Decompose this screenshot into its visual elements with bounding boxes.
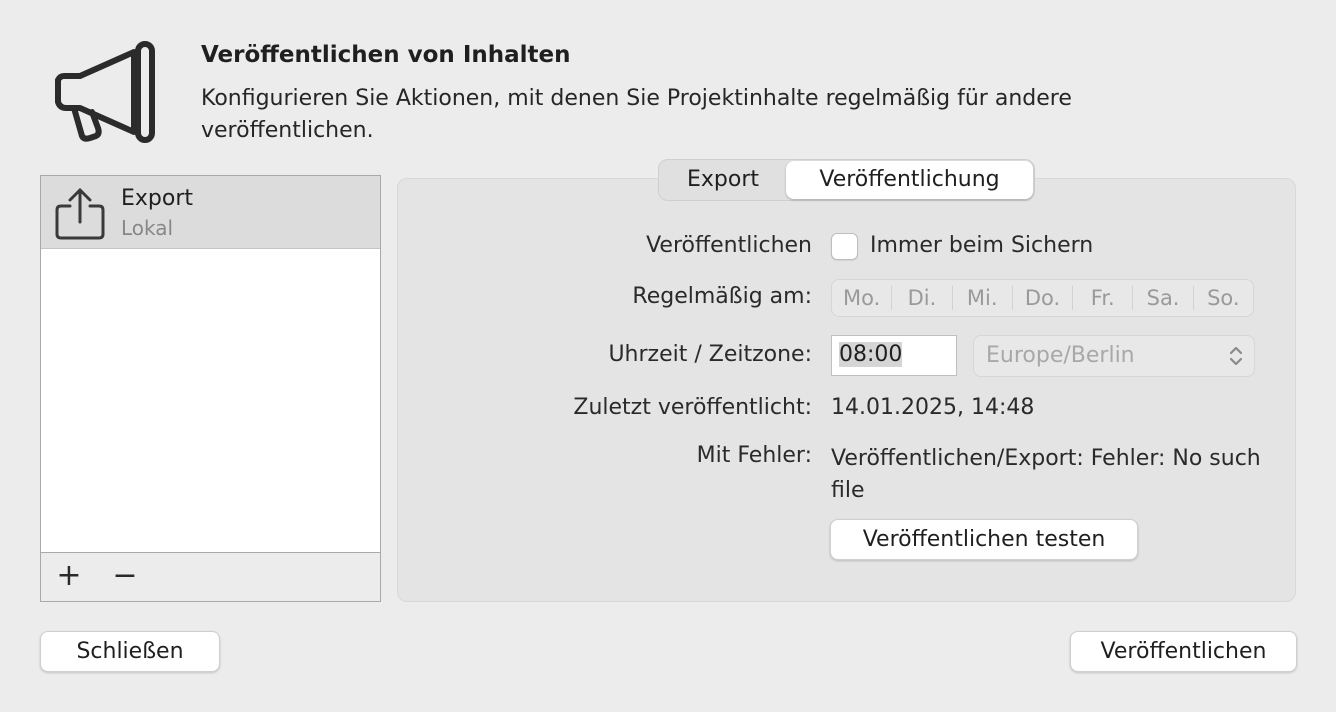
day-sunday[interactable]: So.: [1194, 286, 1253, 310]
publish-button[interactable]: Veröffentlichen: [1070, 631, 1297, 672]
weekday-selector: Mo. Di. Mi. Do. Fr. Sa. So.: [831, 279, 1254, 317]
error-label: Mit Fehler:: [696, 443, 812, 468]
time-value: 08:00: [839, 342, 903, 367]
remove-action-button[interactable]: −: [103, 553, 147, 601]
regular-label: Regelmäßig am:: [632, 284, 812, 309]
day-thursday[interactable]: Do.: [1013, 286, 1074, 310]
action-list: Export Lokal + −: [40, 175, 381, 602]
test-publish-button[interactable]: Veröffentlichen testen: [830, 519, 1138, 560]
last-published-value: 14.01.2025, 14:48: [831, 395, 1035, 420]
day-wednesday[interactable]: Mi.: [953, 286, 1013, 310]
time-input[interactable]: 08:00: [831, 335, 957, 376]
day-friday[interactable]: Fr.: [1073, 286, 1134, 310]
timezone-select[interactable]: Europe/Berlin: [973, 335, 1255, 377]
list-item-title: Export: [121, 186, 194, 211]
list-footer: + −: [41, 552, 380, 601]
publish-dialog: Veröffentlichen von Inhalten Konfigurier…: [0, 0, 1336, 712]
day-monday[interactable]: Mo.: [832, 286, 893, 310]
last-published-label: Zuletzt veröffentlicht:: [573, 395, 812, 420]
dialog-title: Veröffentlichen von Inhalten: [201, 42, 571, 68]
day-tuesday[interactable]: Di.: [892, 286, 953, 310]
publish-label: Veröffentlichen: [646, 233, 812, 258]
up-down-chevron-icon: [1229, 346, 1243, 366]
day-saturday[interactable]: Sa.: [1133, 286, 1194, 310]
list-item-export[interactable]: Export Lokal: [41, 176, 380, 249]
tab-bar: Export Veröffentlichung: [658, 159, 1035, 201]
tab-export[interactable]: Export: [660, 161, 786, 199]
always-on-save-checkbox[interactable]: [831, 233, 858, 260]
close-button[interactable]: Schließen: [40, 631, 220, 672]
error-value: Veröffentlichen/Export: Fehler: No such …: [831, 446, 1261, 503]
tab-veroeffentlichung[interactable]: Veröffentlichung: [786, 161, 1033, 199]
dialog-description: Konfigurieren Sie Aktionen, mit denen Si…: [201, 86, 1072, 143]
timezone-value: Europe/Berlin: [986, 343, 1135, 368]
share-export-icon: [55, 188, 105, 240]
time-label: Uhrzeit / Zeitzone:: [608, 342, 812, 367]
megaphone-icon: [55, 41, 155, 143]
always-on-save-label[interactable]: Immer beim Sichern: [870, 233, 1093, 258]
list-item-subtitle: Lokal: [121, 216, 174, 240]
add-action-button[interactable]: +: [47, 553, 91, 601]
